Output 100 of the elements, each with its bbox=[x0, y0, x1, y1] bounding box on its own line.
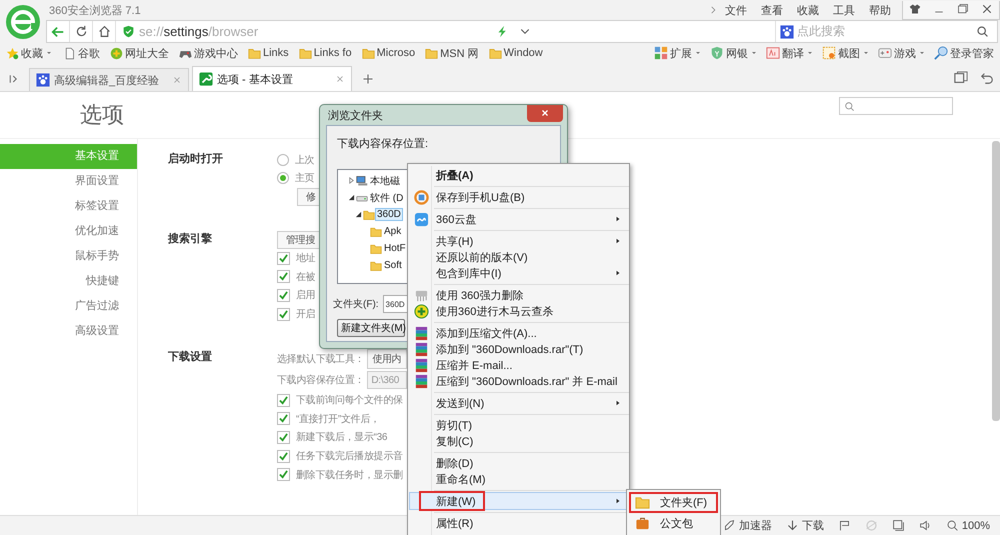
toolbar-button[interactable]: 扩展 bbox=[654, 46, 702, 60]
checkbox-label: “直接打开”文件后， bbox=[296, 412, 380, 426]
magnifier-icon bbox=[934, 46, 948, 60]
tree-item[interactable]: HotF bbox=[383, 243, 407, 254]
tree-item[interactable]: Apk bbox=[383, 226, 402, 237]
menu-item[interactable]: 删除(D) bbox=[410, 455, 627, 471]
radio-button[interactable] bbox=[277, 154, 289, 166]
menu-item[interactable]: 公文包 bbox=[629, 513, 718, 534]
menu-item[interactable]: 包含到库中(I) bbox=[410, 265, 627, 281]
menu-item[interactable]: 共享(H) bbox=[410, 233, 627, 249]
menu-item[interactable]: 使用 360强力删除 bbox=[410, 287, 627, 303]
bookmark[interactable]: 谷歌 bbox=[63, 46, 100, 60]
menu-item[interactable]: 工具 bbox=[826, 2, 862, 18]
close-button[interactable] bbox=[527, 104, 563, 122]
undo-icon[interactable] bbox=[980, 71, 994, 85]
dropdown[interactable]: 使用内 bbox=[367, 348, 408, 369]
menu-item[interactable]: 查看 bbox=[754, 2, 790, 18]
logo-icon[interactable] bbox=[5, 4, 41, 40]
sidebar-item[interactable]: 广告过滤 bbox=[0, 294, 137, 319]
menu-item[interactable]: 使用360进行木马云查杀 bbox=[410, 303, 627, 319]
menu-item[interactable]: 文件 bbox=[718, 2, 754, 18]
address-bar[interactable]: se://settings/browser 点此搜索 bbox=[46, 20, 998, 43]
checkbox-label: 新建下载后，显示“36 bbox=[296, 430, 388, 444]
bookmark[interactable]: Microso bbox=[362, 46, 416, 60]
sidebar-item[interactable]: 界面设置 bbox=[0, 169, 137, 194]
tree-item[interactable]: 本地磁 bbox=[369, 174, 401, 188]
browser-tab[interactable]: 高级编辑器_百度经验 bbox=[29, 68, 189, 91]
bookmark[interactable]: Window bbox=[488, 46, 543, 60]
window-icon[interactable] bbox=[892, 519, 905, 532]
sidebar-item[interactable]: 高级设置 bbox=[0, 319, 137, 344]
menu-item[interactable]: 360云盘 bbox=[410, 211, 627, 227]
menu-item[interactable]: 属性(R) bbox=[410, 515, 627, 531]
status-item[interactable]: 加速器 bbox=[738, 518, 772, 533]
checkbox[interactable] bbox=[277, 288, 290, 302]
restore-icon[interactable] bbox=[957, 2, 969, 14]
menu-item[interactable]: 保存到手机U盘(B) bbox=[410, 189, 627, 205]
toolbar-button[interactable]: 游戏 bbox=[878, 46, 926, 60]
bookmark[interactable]: Links bbox=[248, 46, 289, 60]
bookmark[interactable]: 游戏中心 bbox=[179, 46, 238, 60]
url-text[interactable]: se://settings/browser bbox=[139, 24, 258, 39]
close-icon[interactable] bbox=[335, 74, 345, 84]
down-arrow-icon[interactable] bbox=[786, 519, 799, 532]
sidebar-item[interactable]: 鼠标手势 bbox=[0, 244, 137, 269]
menu-item[interactable]: 还原以前的版本(V) bbox=[410, 249, 627, 265]
menu-item[interactable]: 新建(W) bbox=[410, 493, 627, 509]
sidebar-item[interactable]: 标签设置 bbox=[0, 194, 137, 219]
scrollbar[interactable] bbox=[992, 141, 1000, 421]
tree-item[interactable]: 360D bbox=[376, 209, 402, 220]
menu-item[interactable]: 复制(C) bbox=[410, 433, 627, 449]
menu-item[interactable]: 压缩并 E-mail... bbox=[410, 357, 627, 373]
checkbox[interactable] bbox=[277, 270, 290, 284]
close-icon[interactable] bbox=[981, 2, 993, 14]
toolbar-button[interactable]: 截图 bbox=[822, 46, 870, 60]
folder-icon bbox=[425, 46, 438, 60]
sidebar-item[interactable]: 快捷键 bbox=[0, 269, 137, 294]
section-label: 下载设置 bbox=[168, 350, 213, 365]
checkbox[interactable] bbox=[277, 412, 290, 426]
expander-icon[interactable] bbox=[348, 194, 355, 201]
sidebar-item[interactable]: 优化加速 bbox=[0, 219, 137, 244]
flag-icon[interactable] bbox=[838, 519, 851, 532]
new-tab-icon[interactable] bbox=[362, 73, 374, 85]
menu-item[interactable]: 发送到(N) bbox=[410, 395, 627, 411]
menu-item[interactable]: 压缩到 "360Downloads.rar" 并 E-mail bbox=[410, 373, 627, 389]
bookmark[interactable]: Links fo bbox=[298, 46, 352, 60]
expander-icon[interactable] bbox=[355, 211, 362, 218]
checkbox[interactable] bbox=[277, 468, 290, 482]
checkbox[interactable] bbox=[277, 430, 290, 444]
tree-item[interactable]: Soft bbox=[383, 260, 403, 271]
toolbar-button[interactable]: 翻译 bbox=[766, 46, 814, 60]
checkbox[interactable] bbox=[277, 252, 290, 265]
browser-tab[interactable]: 选项 - 基本设置 bbox=[192, 66, 352, 91]
search-icon[interactable] bbox=[946, 519, 959, 532]
menu-item[interactable]: 收藏 bbox=[790, 2, 826, 18]
menu-item[interactable]: 添加到压缩文件(A)... bbox=[410, 325, 627, 341]
windows-icon[interactable] bbox=[954, 71, 968, 85]
checkbox[interactable] bbox=[277, 394, 290, 407]
menu-item[interactable]: 折叠(A) bbox=[410, 167, 627, 183]
menu-item[interactable]: 文件夹(F) bbox=[629, 492, 718, 513]
toolbar-button[interactable]: 登录管家 bbox=[934, 46, 994, 60]
menu-item[interactable]: 添加到 "360Downloads.rar"(T) bbox=[410, 341, 627, 357]
toolbar-button[interactable]: 网银 bbox=[710, 46, 758, 60]
checkbox[interactable] bbox=[277, 450, 290, 463]
bookmark[interactable]: 收藏 bbox=[6, 46, 53, 60]
menu-item[interactable]: 重命名(M) bbox=[410, 471, 627, 487]
search-field[interactable] bbox=[839, 97, 953, 115]
search-icon[interactable] bbox=[976, 25, 989, 38]
shirt-icon[interactable] bbox=[909, 2, 921, 14]
bookmark[interactable]: 网址大全 bbox=[110, 46, 169, 60]
menu-item[interactable]: 剪切(T) bbox=[410, 417, 627, 433]
refresh-icon[interactable] bbox=[74, 25, 88, 38]
menu-item[interactable]: 帮助 bbox=[862, 2, 898, 18]
status-item[interactable]: 下载 bbox=[802, 518, 824, 533]
back-icon[interactable] bbox=[51, 24, 65, 38]
speaker-icon[interactable] bbox=[918, 519, 932, 532]
status-item[interactable]: 100% bbox=[962, 520, 990, 532]
home-icon[interactable] bbox=[98, 25, 110, 38]
radio-button[interactable] bbox=[277, 172, 289, 184]
tree-item[interactable]: 软件 (D bbox=[369, 190, 404, 204]
bookmark[interactable]: MSN 网 bbox=[425, 46, 479, 60]
checkbox[interactable] bbox=[277, 308, 290, 321]
